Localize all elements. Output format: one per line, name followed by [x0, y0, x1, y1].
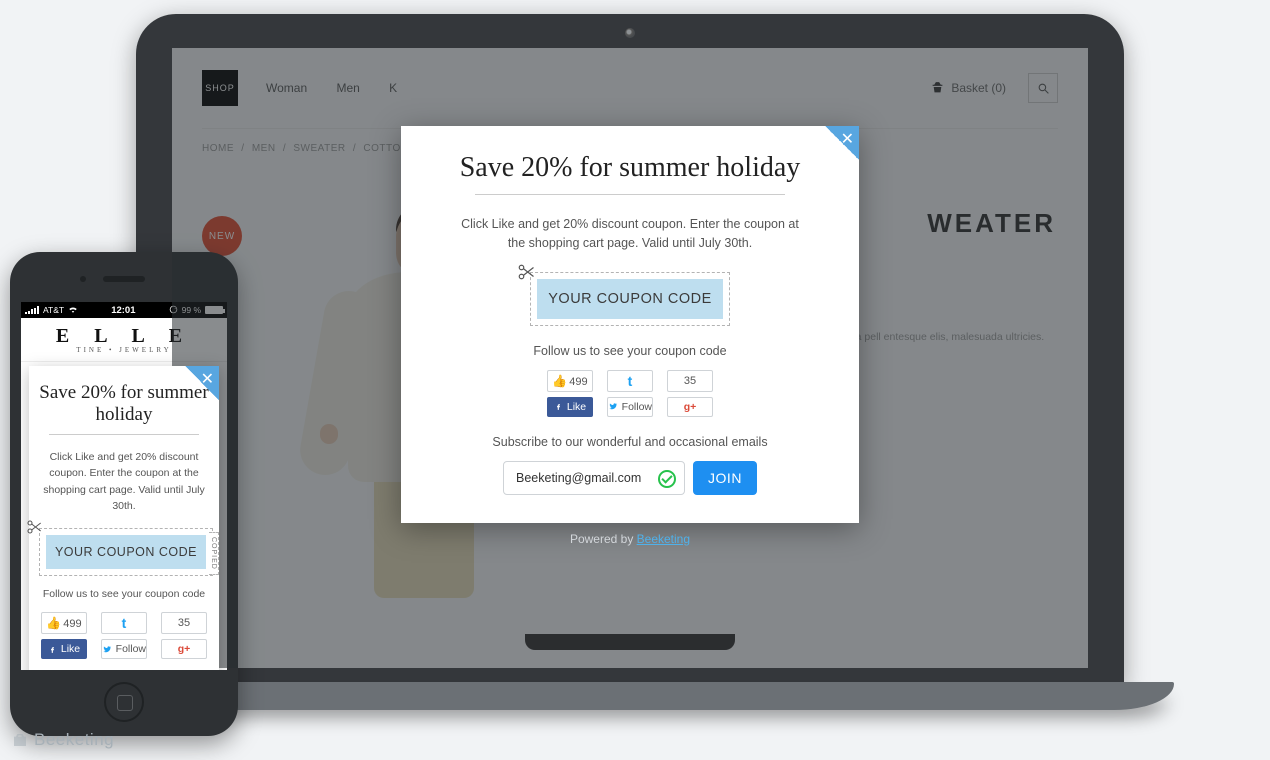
twitter-group: t Follow [101, 612, 147, 659]
facebook-like-button[interactable]: Like [41, 639, 87, 659]
social-row: 👍499 Like t Follow [431, 370, 829, 417]
laptop-base [86, 682, 1174, 710]
close-icon: ✕ [841, 129, 854, 149]
subscribe-label: Subscribe to our wonderful and occasiona… [431, 435, 829, 449]
social-row: 👍499 Like t Follow 35 g+ [39, 612, 209, 659]
facebook-icon [48, 645, 57, 654]
facebook-group: 👍499 Like [41, 612, 87, 659]
promo-popup-mobile: ✕ Save 20% for summer holiday Click Like… [29, 366, 219, 670]
carrier-label: AT&T [43, 305, 64, 315]
coupon-box[interactable]: YOUR COUPON CODE COPIED [39, 528, 213, 576]
laptop-lid: SHOP Woman Men K Basket (0) [136, 14, 1124, 686]
close-icon: ✕ [201, 369, 214, 389]
popup-close-button[interactable]: ✕ [185, 366, 219, 400]
facebook-like-button[interactable]: Like [547, 397, 593, 417]
facebook-count: 👍499 [547, 370, 593, 392]
email-value: Beeketing@gmail.com [516, 471, 641, 485]
twitter-group: t Follow [607, 370, 653, 417]
google-plus-count: 35 [667, 370, 713, 392]
shopping-bag-icon [12, 732, 28, 748]
valid-check-icon [658, 470, 676, 488]
phone-home-button[interactable] [104, 682, 144, 722]
google-plus-group: 35 g+ [667, 370, 713, 417]
facebook-icon [554, 402, 563, 411]
status-time: 12:01 [82, 305, 165, 316]
thumbs-up-icon: 👍 [46, 616, 61, 630]
phone-front-camera-icon [80, 276, 86, 282]
coupon-box[interactable]: YOUR COUPON CODE [530, 272, 730, 326]
twitter-icon: t [122, 615, 127, 631]
powered-by-link[interactable]: Beeketing [637, 532, 690, 546]
signal-icon [25, 306, 39, 314]
follow-label: Follow us to see your coupon code [431, 344, 829, 358]
google-plus-button[interactable]: g+ [161, 639, 207, 659]
powered-by: Powered by Beeketing [172, 532, 1088, 546]
twitter-follow-button[interactable]: Follow [101, 639, 147, 659]
follow-label: Follow us to see your coupon code [39, 588, 209, 600]
popup-close-button[interactable]: ✕ [825, 126, 859, 160]
laptop-hinge [525, 634, 735, 650]
phone-speaker-icon [103, 276, 145, 282]
popup-instruction: Click Like and get 20% discount coupon. … [455, 215, 805, 254]
subscribe-row: Beeketing@gmail.com JOIN [431, 461, 829, 495]
popup-title: Save 20% for summer holiday [431, 152, 829, 184]
copied-label: COPIED [209, 532, 219, 575]
twitter-icon: t [628, 373, 633, 389]
popup-instruction: Click Like and get 20% discount coupon. … [39, 449, 209, 514]
thumbs-up-icon: 👍 [552, 374, 567, 388]
coupon-code-text: YOUR COUPON CODE [46, 535, 206, 569]
twitter-count: t [607, 370, 653, 392]
join-button[interactable]: JOIN [693, 461, 757, 495]
coupon-code-text: YOUR COUPON CODE [537, 279, 723, 319]
facebook-group: 👍499 Like [547, 370, 593, 417]
facebook-count: 👍499 [41, 612, 87, 634]
google-plus-group: 35 g+ [161, 612, 207, 659]
scissors-icon [26, 519, 42, 535]
laptop-screen: SHOP Woman Men K Basket (0) [172, 48, 1088, 668]
divider [49, 434, 199, 435]
email-input[interactable]: Beeketing@gmail.com [503, 461, 685, 495]
twitter-count: t [101, 612, 147, 634]
promo-popup: ✕ Save 20% for summer holiday Click Like… [401, 126, 859, 523]
divider [475, 194, 785, 195]
site-tagline: TINE • JEWELRY [76, 346, 171, 354]
twitter-bird-icon [608, 401, 618, 412]
laptop-camera-icon [625, 28, 635, 38]
wifi-icon [68, 305, 78, 315]
twitter-follow-button[interactable]: Follow [607, 397, 653, 417]
popup-title: Save 20% for summer holiday [39, 382, 209, 426]
laptop-device: SHOP Woman Men K Basket (0) [136, 14, 1124, 750]
beeketing-watermark: Beeketing [12, 730, 114, 750]
google-plus-button[interactable]: g+ [667, 397, 713, 417]
google-plus-count: 35 [161, 612, 207, 634]
scissors-icon [517, 263, 535, 281]
twitter-bird-icon [102, 644, 112, 655]
